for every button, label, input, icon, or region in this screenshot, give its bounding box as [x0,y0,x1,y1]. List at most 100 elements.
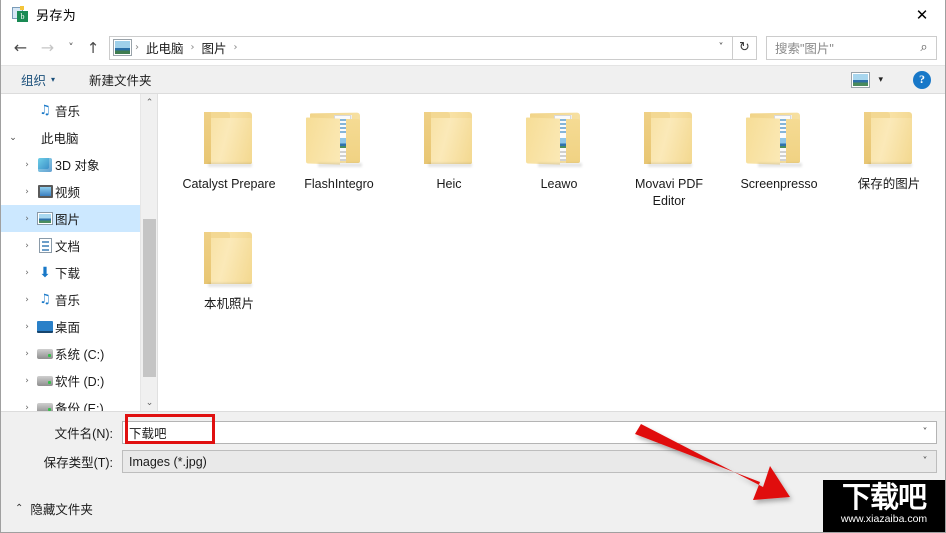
sidebar-item-10[interactable]: › 软件 (D:) [1,367,157,394]
drive-icon [35,375,55,386]
file-name-label: Leawo [540,177,578,191]
chevron-up-icon: ⌃ [15,502,24,514]
sidebar-item-11[interactable]: › 备份 (E:) [1,394,157,411]
music-note-icon: ♫ [39,103,51,118]
chevron-down-icon[interactable]: ˅ [914,456,936,467]
this-pc-icon [21,131,41,144]
breadcrumb-separator[interactable]: › [233,38,239,58]
breadcrumb-pictures[interactable]: 图片 [196,38,233,58]
scroll-down-icon[interactable]: ⌄ [141,394,157,411]
recent-locations-button[interactable]: ˅ [61,35,81,61]
filetype-select[interactable]: Images (*.jpg) ˅ [122,450,937,473]
back-button[interactable]: ← [7,35,34,61]
sidebar-item-8[interactable]: › 桌面 [1,313,157,340]
sidebar-item-6[interactable]: › ⬇ 下载 [1,259,157,286]
sidebar-item-5[interactable]: › 文档 [1,232,157,259]
command-bar-right: ▾ ? [851,70,937,89]
chevron-down-icon[interactable]: ˅ [914,427,936,438]
file-item[interactable]: 本机照片 [174,228,284,348]
sidebar-item-1[interactable]: ⌄ 此电脑 [1,124,157,151]
documents-icon [35,238,55,253]
up-button[interactable]: ↑ [81,35,105,61]
tree-expander-icon[interactable]: › [19,241,35,251]
search-box[interactable]: 搜索"图片" ⌕ [766,35,937,60]
sidebar-item-label: 备份 (E:) [55,402,104,411]
filename-input[interactable]: 下载吧 [129,423,914,442]
chevron-down-icon[interactable]: ▾ [876,75,893,85]
filename-label: 文件名(N): [54,427,113,441]
refresh-icon[interactable]: ↻ [733,35,757,60]
tree-expander-icon[interactable]: › [19,187,35,197]
title-bar: b 另存为 ✕ [1,0,945,30]
sidebar-item-9[interactable]: › 系统 (C:) [1,340,157,367]
scrollbar-thumb[interactable] [143,219,156,377]
file-item[interactable]: Movavi PDF Editor [614,108,724,228]
sidebar-item-label: 音乐 [55,294,81,308]
scroll-up-icon[interactable]: ⌃ [141,94,157,111]
help-icon[interactable]: ? [913,70,931,89]
tree-expander-icon[interactable]: › [19,403,35,412]
close-icon[interactable]: ✕ [899,0,945,30]
file-name-label: Catalyst Prepare [182,177,276,191]
downloads-icon: ⬇ [39,264,51,281]
tree-expander-icon[interactable]: ⌄ [5,133,21,143]
tree-expander-icon[interactable]: › [19,376,35,386]
sidebar-item-label: 桌面 [55,321,81,335]
file-item[interactable]: Leawo [504,108,614,228]
sidebar-item-7[interactable]: › ♫ 音乐 [1,286,157,313]
file-list-pane[interactable]: Catalyst Prepare FlashIntegro Heic Leawo Mov… [158,94,945,411]
navigation-bar: ← → ˅ ↑ › 此电脑 › 图片 › ˅ ↻ 搜索"图片" ⌕ [1,30,945,65]
file-grid: Catalyst Prepare FlashIntegro Heic Leawo Mov… [158,108,945,348]
view-mode-icon[interactable] [851,71,871,88]
address-bar[interactable]: › 此电脑 › 图片 › ˅ [109,35,733,60]
tree-expander-icon[interactable]: › [19,214,35,224]
sidebar-item-0[interactable]: ♫ 音乐 [1,97,157,124]
sidebar-item-2[interactable]: › 3D 对象 [1,151,157,178]
tree-expander-icon[interactable]: › [19,268,35,278]
file-item[interactable]: Catalyst Prepare [174,108,284,228]
tree-expander-icon[interactable]: › [19,160,35,170]
sidebar-item-4[interactable]: › 图片 [1,205,157,232]
sidebar-item-label: 音乐 [55,105,81,119]
sidebar-item-label: 下载 [55,267,81,281]
tree-expander-icon[interactable]: › [19,322,35,332]
file-item[interactable]: Heic [394,108,504,228]
drive-icon [35,402,55,411]
hide-folders-label: 隐藏文件夹 [30,502,93,517]
sidebar-item-label: 图片 [55,213,81,227]
drive-icon [35,348,55,359]
file-item[interactable]: FlashIntegro [284,108,394,228]
hide-folders-button[interactable]: ⌃ 隐藏文件夹 [15,499,93,518]
search-icon: ⌕ [920,40,928,55]
sidebar-scrollbar[interactable]: ⌃ ⌄ [140,94,157,411]
sidebar-item-3[interactable]: › 视频 [1,178,157,205]
watermark-url: www.xiazaiba.com [840,513,928,525]
filetype-value: Images (*.jpg) [129,454,207,469]
file-form: 文件名(N): 下载吧 ˅ 保存类型(T): Images (*.jpg) ˅ [1,411,945,484]
window-title: 另存为 [36,8,77,23]
folder-open-icon [744,110,814,167]
watermark-brand: 下载吧 [841,480,927,514]
folder-icon [194,230,264,287]
save-as-icon: b [12,6,29,23]
organize-button[interactable]: 组织 ▾ [15,68,61,91]
file-item[interactable]: Screenpresso [724,108,834,228]
sidebar-item-label: 软件 (D:) [55,375,105,389]
folder-icon [854,110,924,167]
tree-expander-icon[interactable]: › [19,349,35,359]
sidebar-item-label: 此电脑 [41,132,79,146]
forward-button[interactable]: → [34,35,61,61]
navigation-pane: ♫ 音乐 ⌄ 此电脑 › 3D 对象 › 视频 › 图片 › 文档 › ⬇ 下载 › ♫ 音乐 › 桌面 › 系统 (C:… [1,94,158,411]
sidebar-item-label: 视频 [55,186,81,200]
file-name-label: Heic [436,177,462,191]
chevron-down-icon[interactable]: ˅ [710,37,732,59]
search-input[interactable]: 搜索"图片" [775,38,916,57]
pictures-folder-icon [113,39,132,56]
pictures-icon [35,212,55,225]
file-item[interactable]: 保存的图片 [834,108,944,228]
tree-expander-icon[interactable]: › [19,295,35,305]
videos-icon [35,185,55,198]
filename-field[interactable]: 下载吧 ˅ [122,421,937,444]
breadcrumb-this-pc[interactable]: 此电脑 [140,38,190,58]
new-folder-button[interactable]: 新建文件夹 [83,68,158,91]
